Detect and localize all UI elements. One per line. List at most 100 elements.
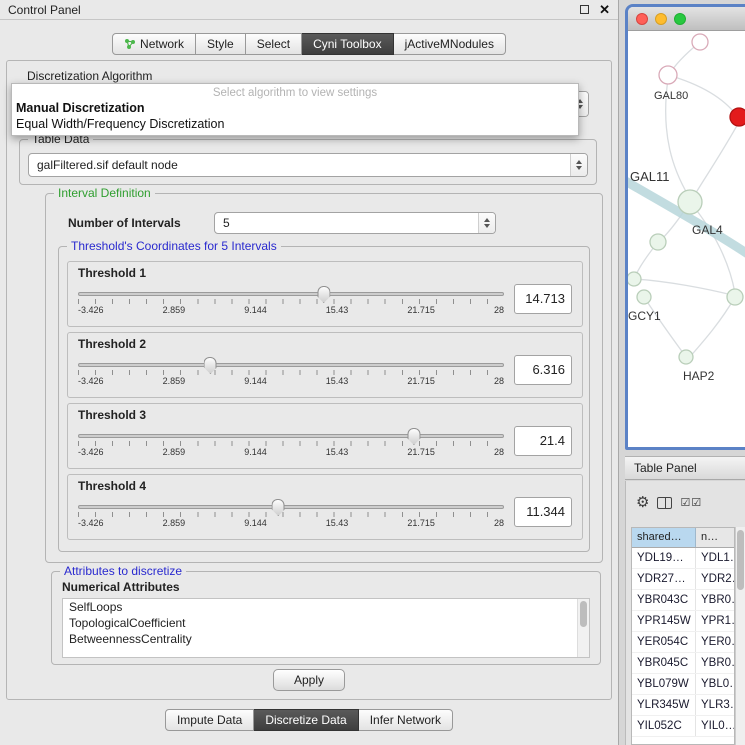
apply-button[interactable]: Apply — [273, 669, 345, 691]
table-row[interactable]: YBL079WYBL0… — [632, 674, 734, 695]
interval-definition-group: Interval Definition Number of Intervals … — [45, 193, 603, 563]
threshold-panel-2: Threshold 2 -3.4262.8599.14415.4321.7152… — [67, 332, 583, 398]
tab-label: Infer Network — [370, 713, 441, 727]
table-cell: YLR345W — [632, 695, 696, 715]
tick-label: 28 — [494, 305, 504, 315]
control-panel-titlebar: Control Panel ✕ — [0, 0, 618, 20]
selected-network-node[interactable] — [730, 108, 745, 126]
combo-stepper-icon[interactable] — [478, 213, 495, 233]
table-cell: YBL0… — [696, 674, 734, 694]
threshold-value[interactable]: 6.316 — [514, 355, 572, 385]
table-cell: YBR043C — [632, 590, 696, 610]
table-cell: YIL052C — [632, 716, 696, 736]
tab-label: Network — [140, 37, 184, 51]
tick-label: 28 — [494, 518, 504, 528]
table-cell: YDL1… — [696, 548, 734, 568]
slider-tick-labels: -3.4262.8599.14415.4321.71528 — [78, 518, 504, 528]
dropdown-option-equal-width[interactable]: Equal Width/Frequency Discretization — [12, 115, 578, 131]
node-label: GAL11 — [630, 169, 670, 184]
close-icon[interactable]: ✕ — [599, 3, 610, 16]
table-cell: YIL0… — [696, 716, 734, 736]
attributes-scrollbar[interactable] — [577, 599, 589, 657]
table-row[interactable]: YIL052CYIL0… — [632, 716, 734, 737]
threshold-value[interactable]: 21.4 — [514, 426, 572, 456]
network-node[interactable] — [650, 234, 666, 250]
table-row[interactable]: YLR345WYLR3… — [632, 695, 734, 716]
cyni-toolbox-panel: Discretization Algorithm Select algorith… — [6, 60, 612, 700]
slider-track[interactable] — [78, 434, 504, 438]
algorithm-dropdown-menu: Select algorithm to view settings Manual… — [11, 83, 579, 136]
network-canvas[interactable]: GAL80 GAL11 GAL4 GCY1 HAP2 — [628, 31, 745, 447]
select-columns-icon[interactable]: ☑☑ — [680, 496, 702, 509]
column-header-shared-name[interactable]: shared… — [632, 528, 696, 547]
tick-label: -3.426 — [78, 447, 104, 457]
network-node[interactable] — [679, 350, 693, 364]
table-row[interactable]: YDL19…YDL1… — [632, 548, 734, 569]
zoom-traffic-light-icon[interactable] — [674, 13, 686, 25]
threshold-slider[interactable]: -3.4262.8599.14415.4321.71528 — [78, 284, 504, 315]
attribute-item[interactable]: SelfLoops — [63, 599, 589, 615]
tick-label: 15.43 — [326, 376, 349, 386]
slider-track[interactable] — [78, 292, 504, 296]
threshold-value[interactable]: 14.713 — [514, 284, 572, 314]
slider-track[interactable] — [78, 505, 504, 509]
threshold-slider[interactable]: -3.4262.8599.14415.4321.71528 — [78, 355, 504, 386]
float-window-icon[interactable] — [580, 5, 589, 14]
attribute-item[interactable]: BetweennessCentrality — [63, 631, 589, 647]
tab-label: Cyni Toolbox — [313, 37, 381, 51]
scrollbar-thumb[interactable] — [580, 601, 587, 627]
number-of-intervals-select[interactable]: 5 — [214, 212, 496, 234]
table-row[interactable]: YBR045CYBR0… — [632, 653, 734, 674]
network-node[interactable] — [692, 34, 708, 50]
table-data-select[interactable]: galFiltered.sif default node — [28, 153, 588, 177]
table-row[interactable]: YPR145WYPR1… — [632, 611, 734, 632]
table-cell: YPR1… — [696, 611, 734, 631]
close-traffic-light-icon[interactable] — [636, 13, 648, 25]
threshold-value[interactable]: 11.344 — [514, 497, 572, 527]
combo-stepper-icon[interactable] — [570, 154, 587, 176]
table-header-row: shared… n… — [632, 528, 734, 548]
network-node[interactable] — [637, 290, 651, 304]
threshold-label: Threshold 3 — [78, 408, 572, 422]
tab-select[interactable]: Select — [246, 33, 302, 55]
table-row[interactable]: YER054CYER0… — [632, 632, 734, 653]
threshold-panel-4: Threshold 4 -3.4262.8599.14415.4321.7152… — [67, 474, 583, 540]
threshold-slider[interactable]: -3.4262.8599.14415.4321.71528 — [78, 497, 504, 528]
table-row[interactable]: YBR043CYBR0… — [632, 590, 734, 611]
tick-label: 15.43 — [326, 305, 349, 315]
dropdown-option-manual-discretization[interactable]: Manual Discretization — [12, 99, 578, 115]
table-cell: YBR045C — [632, 653, 696, 673]
table-cell: YBR0… — [696, 590, 734, 610]
table-cell: YBL079W — [632, 674, 696, 694]
network-node[interactable] — [628, 272, 641, 286]
numerical-attributes-list[interactable]: SelfLoopsTopologicalCoefficientBetweenne… — [62, 598, 590, 658]
tab-style[interactable]: Style — [196, 33, 246, 55]
tab-network[interactable]: Network — [112, 33, 196, 55]
minimize-traffic-light-icon[interactable] — [655, 13, 667, 25]
scrollbar-thumb[interactable] — [737, 530, 744, 590]
gear-icon[interactable]: ⚙ — [636, 495, 649, 510]
table-scrollbar[interactable] — [735, 527, 745, 745]
network-node[interactable] — [727, 289, 743, 305]
algorithm-group-label: Discretization Algorithm — [23, 69, 156, 83]
threshold-slider[interactable]: -3.4262.8599.14415.4321.71528 — [78, 426, 504, 457]
tab-cyni-toolbox[interactable]: Cyni Toolbox — [302, 33, 393, 55]
number-of-intervals-label: Number of Intervals — [68, 216, 181, 230]
table-cell: YER054C — [632, 632, 696, 652]
column-header-name[interactable]: n… — [696, 528, 734, 547]
network-view-window: GAL80 GAL11 GAL4 GCY1 HAP2 — [625, 4, 745, 450]
column-chooser-icon[interactable] — [657, 497, 672, 509]
network-node[interactable] — [678, 190, 702, 214]
tick-label: 2.859 — [163, 305, 186, 315]
network-node[interactable] — [659, 66, 677, 84]
node-label: GAL4 — [692, 223, 723, 237]
slider-track[interactable] — [78, 363, 504, 367]
tab-discretize-data[interactable]: Discretize Data — [254, 709, 358, 731]
tab-infer-network[interactable]: Infer Network — [359, 709, 453, 731]
tab-jactivemnodules[interactable]: jActiveMNodules — [394, 33, 506, 55]
tick-label: 28 — [494, 376, 504, 386]
tick-label: 9.144 — [244, 447, 267, 457]
attribute-item[interactable]: TopologicalCoefficient — [63, 615, 589, 631]
table-row[interactable]: YDR27…YDR2… — [632, 569, 734, 590]
tab-impute-data[interactable]: Impute Data — [165, 709, 254, 731]
